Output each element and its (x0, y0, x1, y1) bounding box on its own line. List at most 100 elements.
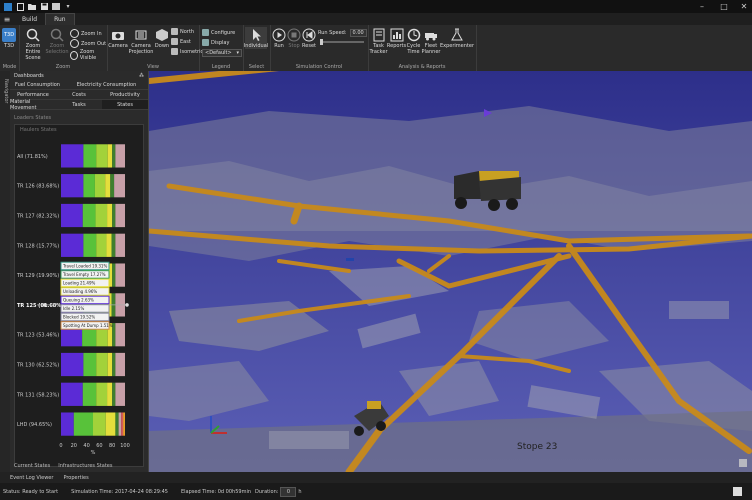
maximize-button[interactable]: □ (714, 0, 734, 13)
minimize-button[interactable]: – (692, 0, 712, 13)
view-down-button[interactable]: Down (154, 28, 170, 49)
camera-projection-button[interactable]: Camera Projection (129, 28, 153, 55)
bar-segment (61, 382, 83, 406)
zoom-in-button[interactable]: Zoom In (70, 29, 102, 38)
zoom-entire-icon (26, 28, 40, 42)
tab-states[interactable]: States (102, 100, 148, 110)
configure-icon (202, 29, 209, 36)
task-tracker-button[interactable]: Task Tracker (369, 28, 388, 55)
t3d-label: T3D (3, 43, 15, 49)
dashboards-panel: Dashboards ⁂ Fuel Consumption Electricit… (10, 71, 149, 472)
app-menu-icon[interactable]: ≡ (0, 13, 14, 25)
reset-button[interactable]: Reset (302, 28, 316, 49)
cube-down-icon (155, 28, 169, 42)
cube-east-icon (171, 38, 178, 45)
experimenter-label: Experimenter (439, 43, 475, 49)
stop-label: Stop (288, 43, 300, 49)
zoom-entire-label: Zoom Entire Scene (25, 43, 41, 61)
fleet-planner-button[interactable]: Fleet Planner (422, 28, 440, 55)
zoom-selection-button[interactable]: Zoom Selection (45, 28, 69, 55)
corner-widget-icon[interactable] (739, 459, 747, 467)
t3d-button[interactable]: T3D T3D (2, 28, 16, 49)
tab-productivity[interactable]: Productivity (102, 90, 148, 100)
category-label: TR 126 (83.68%) (16, 184, 59, 190)
zoom-visible-button[interactable]: Zoom Visible (70, 49, 107, 61)
reports-label: Reports (386, 43, 407, 49)
bar-segment (112, 352, 116, 377)
haulers-states-label: Haulers States (20, 127, 57, 133)
group-label-zoom: Zoom (55, 64, 71, 70)
stop-button[interactable]: Stop (287, 28, 301, 49)
bar-segment (115, 144, 125, 168)
menu-bar: ≡ Build Run (0, 13, 752, 25)
reset-icon (302, 28, 316, 42)
new-file-icon[interactable] (16, 2, 24, 11)
bar-segment (61, 144, 84, 168)
view-north-button[interactable]: North (171, 28, 194, 35)
mine-3d-scene[interactable]: Stope 23 (149, 71, 752, 472)
tab-run[interactable]: Run (45, 13, 75, 25)
zoom-entire-scene-button[interactable]: Zoom Entire Scene (23, 28, 43, 61)
legend-select[interactable]: <Default> ▾ (202, 49, 242, 57)
slider-thumb[interactable] (320, 39, 323, 45)
tab-infrastructures-states[interactable]: Infrastructures States (58, 463, 112, 469)
duration-unit: h (298, 488, 302, 495)
tab-costs[interactable]: Costs (56, 90, 102, 100)
experimenter-button[interactable]: Experimenter (439, 28, 475, 49)
run-speed-value[interactable]: 0.00 (349, 29, 367, 37)
group-label-analysis: Analysis & Reports (398, 64, 446, 70)
zoom-out-button[interactable]: Zoom Out (70, 39, 106, 48)
select-individual-button[interactable]: Individual (243, 27, 269, 49)
scene-viewport[interactable]: Stope 23 (149, 71, 752, 472)
tab-fuel-consumption[interactable]: Fuel Consumption (10, 80, 65, 90)
tab-material-movement[interactable]: Material Movement (10, 99, 56, 111)
bar-segment (106, 233, 112, 257)
bar-segment (96, 382, 108, 406)
view-east-button[interactable]: East (171, 38, 191, 45)
camera-projection-label: Camera Projection (128, 43, 154, 55)
cycle-time-icon (407, 28, 421, 42)
legend-select-value: <Default> (205, 50, 232, 56)
run-speed-slider[interactable] (320, 39, 364, 45)
status-corner-icon[interactable] (733, 487, 742, 496)
bar-segment (96, 352, 108, 377)
fleet-planner-label: Fleet Planner (421, 43, 441, 55)
duration-input[interactable]: 0 (280, 486, 297, 497)
legend-display-button[interactable]: Display (202, 39, 229, 46)
tooltip-text: Idle 2.15% (63, 306, 84, 311)
tab-electricity-consumption[interactable]: Electricity Consumption (65, 80, 148, 90)
bar-segment (115, 263, 125, 287)
display-icon (202, 39, 209, 46)
legend-configure-button[interactable]: Configure (202, 29, 235, 36)
run-speed-field: Run Speed: 0.00 (318, 29, 367, 37)
tooltip-text: Blocked 19.52% (63, 315, 95, 320)
status-bar: Status: Ready to Start Simulation Time: … (0, 483, 752, 500)
pin-icon[interactable]: ⁂ (139, 73, 144, 79)
cube-north-icon (171, 28, 178, 35)
tab-build[interactable]: Build (14, 14, 45, 25)
cycle-time-button[interactable]: Cycle Time (406, 28, 421, 55)
bar-segment (123, 412, 125, 436)
export-icon[interactable] (52, 3, 60, 11)
zoom-visible-label: Zoom Visible (79, 49, 97, 61)
run-button[interactable]: Run (272, 28, 286, 49)
tab-tasks[interactable]: Tasks (56, 100, 102, 110)
bar-segment (73, 412, 93, 436)
close-button[interactable]: ✕ (734, 0, 752, 13)
reports-button[interactable]: Reports (386, 28, 407, 49)
bar-segment (82, 382, 97, 406)
status-text: Status: Ready to Start (3, 488, 59, 495)
tab-event-log-viewer[interactable]: Event Log Viewer (10, 475, 53, 481)
run-label: Run (274, 43, 284, 49)
bar-segment (96, 144, 108, 168)
tab-properties[interactable]: Properties (63, 475, 88, 481)
loaders-states-label[interactable]: Loaders States (14, 115, 51, 121)
camera-button[interactable]: Camera (108, 28, 128, 49)
save-icon[interactable] (40, 3, 48, 11)
individual-label: Individual (243, 43, 269, 49)
open-folder-icon[interactable] (28, 3, 36, 11)
bar-segment (115, 203, 125, 228)
tab-current-states[interactable]: Current States (14, 463, 50, 469)
zoom-out-icon (70, 39, 79, 48)
quick-access-dropdown-icon[interactable]: ▾ (64, 3, 72, 11)
